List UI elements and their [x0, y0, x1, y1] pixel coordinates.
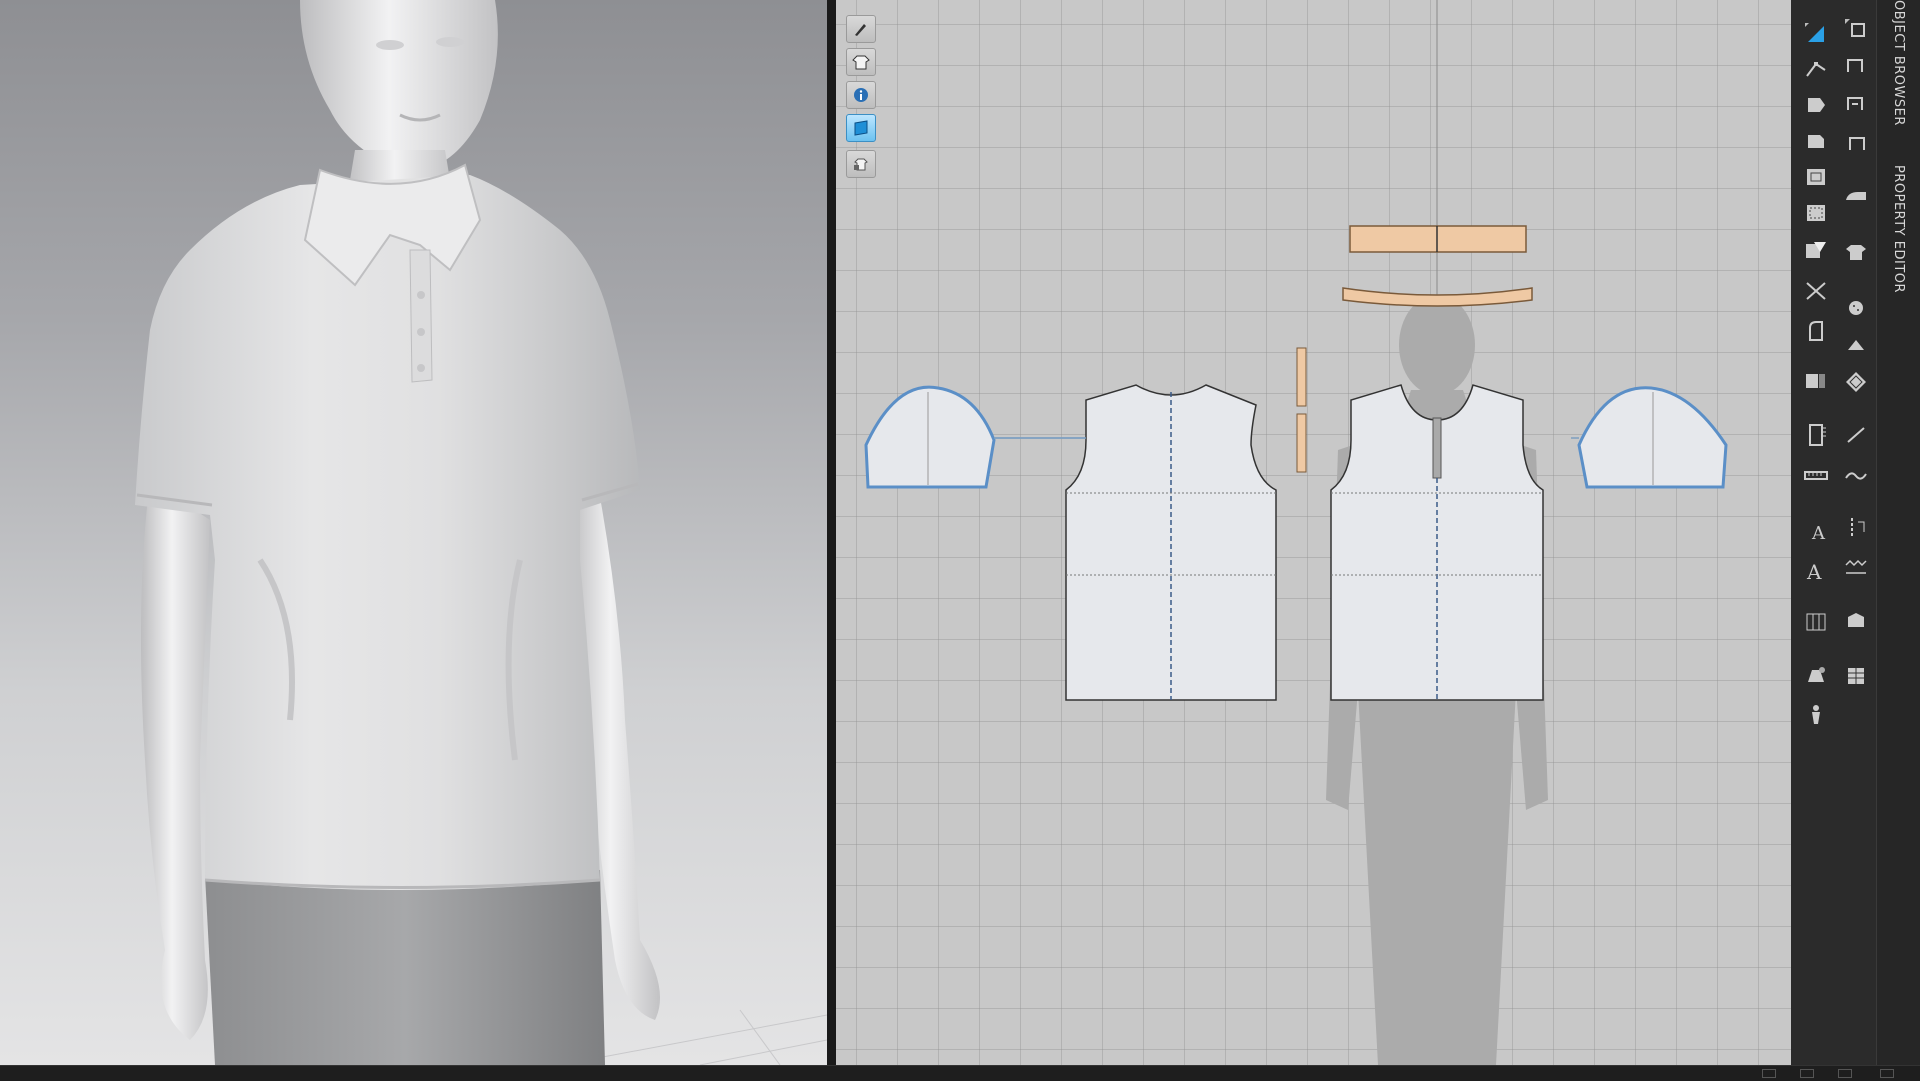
- seam-select-icon: [1845, 19, 1865, 37]
- fabric-display-icon: [854, 120, 868, 136]
- edit-point-icon: [1806, 62, 1826, 77]
- grid-button[interactable]: [1799, 607, 1833, 637]
- ruler-button[interactable]: [1799, 420, 1833, 450]
- layout-single-icon[interactable]: [1762, 1069, 1776, 1078]
- avatar-pants: [205, 870, 605, 1065]
- placket-piece[interactable]: [1296, 347, 1307, 473]
- curve-tool-icon: [1845, 472, 1867, 480]
- text-tool-icon: A: [1811, 523, 1826, 543]
- free-sewing-icon: [1847, 97, 1863, 110]
- symmetric-pieces-button[interactable]: [1799, 660, 1833, 690]
- trace-icon: [1809, 321, 1823, 341]
- pattern-toolbar: A A: [1791, 0, 1876, 1065]
- buttonhole-button[interactable]: [1839, 330, 1873, 360]
- shirt-icon: [852, 55, 870, 70]
- symmetric-pieces-icon: [1808, 667, 1825, 682]
- cut-icon: [1806, 282, 1826, 300]
- fold-icon: [1806, 374, 1825, 388]
- side-tabs-panel: OBJECT BROWSER PROPERTY EDITOR: [1876, 0, 1920, 1065]
- line-tool-button[interactable]: [1839, 420, 1873, 450]
- brush-tool-button[interactable]: [846, 15, 876, 43]
- fabric-display-tool-button[interactable]: [846, 114, 876, 142]
- collar-piece[interactable]: [1349, 225, 1527, 253]
- avatar-arm-right: [141, 480, 210, 1040]
- svg-text:A: A: [1811, 523, 1826, 543]
- curve-tool-button[interactable]: [1839, 460, 1873, 490]
- pattern-array-icon: [1846, 372, 1866, 392]
- segment-sewing-button[interactable]: [1839, 50, 1873, 80]
- ruler-icon: [1809, 424, 1826, 446]
- viewport-3d[interactable]: [0, 0, 827, 1065]
- transform-pattern-button[interactable]: [1799, 18, 1833, 48]
- edit-sewing-button[interactable]: [1839, 128, 1873, 158]
- buttonhole-icon: [1848, 340, 1864, 350]
- fabric-table-button[interactable]: [1839, 660, 1873, 690]
- lock-shirt-tool-button[interactable]: [846, 150, 876, 178]
- fabric-table-icon: [1848, 668, 1864, 684]
- rectangle-button[interactable]: [1799, 126, 1833, 156]
- text-edit-button[interactable]: A: [1799, 555, 1833, 585]
- puckering-button[interactable]: [1839, 605, 1873, 635]
- free-sewing-button[interactable]: [1839, 88, 1873, 118]
- tape-icon: [1804, 471, 1828, 480]
- layout-split-icon[interactable]: [1800, 1069, 1814, 1078]
- zigzag-stitch-button[interactable]: [1839, 553, 1873, 583]
- iron-icon: [1846, 192, 1866, 200]
- polo-shirt-3d: [135, 163, 640, 890]
- tab-object-browser[interactable]: OBJECT BROWSER: [1891, 0, 1906, 126]
- shirt-fit-button[interactable]: [1839, 237, 1873, 267]
- iron-button[interactable]: [1839, 180, 1873, 210]
- polygon-button[interactable]: [1799, 90, 1833, 120]
- seam-select-button[interactable]: [1839, 14, 1873, 44]
- shirt-tool-button[interactable]: [846, 48, 876, 76]
- puckering-icon: [1848, 613, 1864, 627]
- text-edit-icon: A: [1806, 560, 1822, 583]
- tape-button[interactable]: [1799, 460, 1833, 490]
- svg-text:A: A: [1806, 560, 1822, 583]
- trace-button[interactable]: [1799, 316, 1833, 346]
- status-bar: [0, 1065, 1920, 1081]
- text-tool-button[interactable]: A: [1799, 515, 1833, 545]
- avatar-pin-button[interactable]: [1799, 700, 1833, 730]
- segment-sewing-icon: [1847, 59, 1863, 72]
- internal-polygon-icon: [1807, 169, 1825, 185]
- rectangle-icon: [1808, 135, 1824, 148]
- sleeve-piece-right[interactable]: [1571, 386, 1728, 489]
- fold-button[interactable]: [1799, 366, 1833, 396]
- offset-button[interactable]: [1799, 198, 1833, 228]
- button-tool-button[interactable]: [1839, 292, 1873, 322]
- view-splitter[interactable]: [827, 0, 836, 1065]
- avatar-pin-icon: [1812, 705, 1820, 724]
- zigzag-stitch-icon: [1845, 559, 1867, 574]
- avatar-render: [135, 0, 827, 1065]
- tab-property-editor[interactable]: PROPERTY EDITOR: [1891, 165, 1906, 293]
- darts-button[interactable]: [1799, 236, 1833, 266]
- internal-polygon-button[interactable]: [1799, 162, 1833, 192]
- topstitch-button[interactable]: [1839, 512, 1873, 542]
- cut-button[interactable]: [1799, 276, 1833, 306]
- transform-pattern-icon: [1805, 23, 1824, 42]
- darts-icon: [1806, 242, 1826, 258]
- edit-point-button[interactable]: [1799, 54, 1833, 84]
- layout-3d-icon[interactable]: [1880, 1069, 1894, 1078]
- viewport-2d-pattern[interactable]: [836, 0, 1791, 1065]
- line-tool-icon: [1847, 427, 1865, 443]
- info-icon: [854, 88, 868, 102]
- layout-2d-icon[interactable]: [1838, 1069, 1852, 1078]
- front-body-piece[interactable]: [1330, 384, 1544, 701]
- pattern-canvas: [864, 0, 1728, 1065]
- button-icon: [1849, 301, 1863, 315]
- brush-icon: [855, 24, 866, 36]
- info-tool-button[interactable]: [846, 81, 876, 109]
- topstitch-icon: [1851, 518, 1865, 536]
- lock-shirt-icon: [854, 158, 868, 171]
- grid-icon: [1806, 613, 1826, 631]
- shirt-fit-icon: [1846, 245, 1866, 260]
- offset-icon: [1807, 205, 1825, 221]
- back-body-piece[interactable]: [994, 384, 1277, 701]
- polygon-icon: [1808, 98, 1825, 112]
- edit-sewing-icon: [1849, 137, 1865, 150]
- pattern-array-button[interactable]: [1839, 366, 1873, 396]
